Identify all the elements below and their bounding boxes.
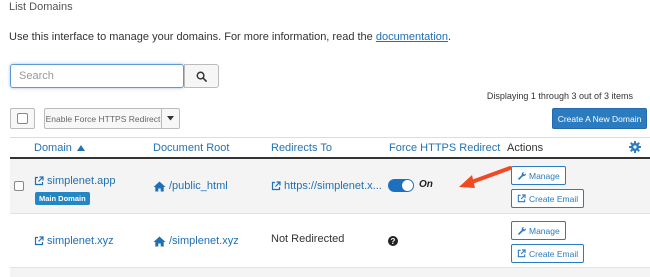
- column-domain-header[interactable]: Domain: [34, 142, 85, 154]
- row-checkbox[interactable]: [14, 181, 24, 191]
- create-new-domain-button[interactable]: Create A New Domain: [552, 108, 647, 129]
- table-header: Domain Document Root Redirects To Force …: [10, 137, 650, 159]
- table-settings-button[interactable]: [629, 141, 641, 156]
- column-redirects-to-header[interactable]: Redirects To: [271, 142, 332, 154]
- caret-down-icon: [167, 116, 174, 121]
- wrench-icon: [517, 171, 526, 180]
- create-email-button[interactable]: Create Email: [511, 189, 585, 208]
- domain-link[interactable]: simplenet.app: [34, 175, 116, 187]
- column-document-root-header[interactable]: Document Root: [153, 142, 229, 154]
- search-input[interactable]: [10, 64, 184, 88]
- domain-name: simplenet.app: [47, 175, 116, 187]
- manage-label: Manage: [529, 225, 560, 236]
- column-domain-label: Domain: [34, 142, 72, 154]
- home-icon: [153, 181, 166, 191]
- toggle-knob: [402, 180, 413, 191]
- document-root-link[interactable]: /public_html: [153, 180, 228, 192]
- checkbox-box: [17, 113, 28, 124]
- question-circle-icon[interactable]: ?: [388, 236, 398, 246]
- wrench-icon: [517, 226, 526, 235]
- document-root-link[interactable]: /simplenet.xyz: [153, 235, 239, 247]
- select-all-checkbox[interactable]: [10, 108, 35, 129]
- external-link-icon: [517, 194, 526, 203]
- search-button[interactable]: [184, 64, 219, 88]
- gear-icon: [629, 141, 641, 153]
- manage-label: Manage: [529, 170, 560, 181]
- redirect-target-link[interactable]: https://simplenet.x...: [271, 180, 382, 192]
- force-https-toggle[interactable]: [388, 179, 414, 192]
- domain-name: simplenet.xyz: [47, 235, 114, 247]
- document-root-path: /public_html: [169, 180, 228, 192]
- intro-suffix: .: [448, 31, 452, 43]
- sort-up-icon: [76, 145, 85, 151]
- redirect-status: Not Redirected: [271, 233, 345, 245]
- manage-button[interactable]: Manage: [511, 221, 566, 240]
- column-force-https-header[interactable]: Force HTTPS Redirect: [389, 142, 500, 154]
- table-row-partial: [10, 268, 650, 277]
- domain-link[interactable]: simplenet.xyz: [34, 235, 114, 247]
- external-link-icon: [517, 249, 526, 258]
- create-email-label: Create Email: [529, 248, 579, 259]
- breadcrumb: List Domains: [9, 1, 73, 13]
- search-icon: [196, 71, 207, 82]
- intro-sentence: Use this interface to manage your domain…: [9, 31, 376, 43]
- annotation-arrow-icon: [459, 166, 512, 188]
- create-email-button[interactable]: Create Email: [511, 244, 585, 263]
- external-link-icon: [34, 176, 44, 186]
- pagination-summary: Displaying 1 through 3 out of 3 items: [486, 91, 633, 101]
- force-https-dropdown-toggle[interactable]: [161, 108, 180, 129]
- redirect-target: https://simplenet.x...: [284, 180, 382, 192]
- intro-text: Use this interface to manage your domain…: [9, 31, 451, 43]
- home-icon: [153, 236, 166, 246]
- document-root-path: /simplenet.xyz: [169, 235, 239, 247]
- force-https-state: On: [419, 179, 433, 190]
- manage-button[interactable]: Manage: [511, 166, 566, 185]
- main-domain-badge: Main Domain: [35, 192, 90, 205]
- external-link-icon: [34, 236, 44, 246]
- documentation-link[interactable]: documentation: [376, 31, 448, 43]
- create-email-label: Create Email: [529, 193, 579, 204]
- table-row: simplenet.xyz /simplenet.xyz Not Redirec…: [10, 214, 650, 268]
- external-link-icon: [271, 181, 281, 191]
- enable-force-https-button[interactable]: Enable Force HTTPS Redirect: [44, 108, 162, 129]
- column-actions-header: Actions: [507, 142, 544, 154]
- table-row: simplenet.app Main Domain /public_html h…: [10, 159, 650, 214]
